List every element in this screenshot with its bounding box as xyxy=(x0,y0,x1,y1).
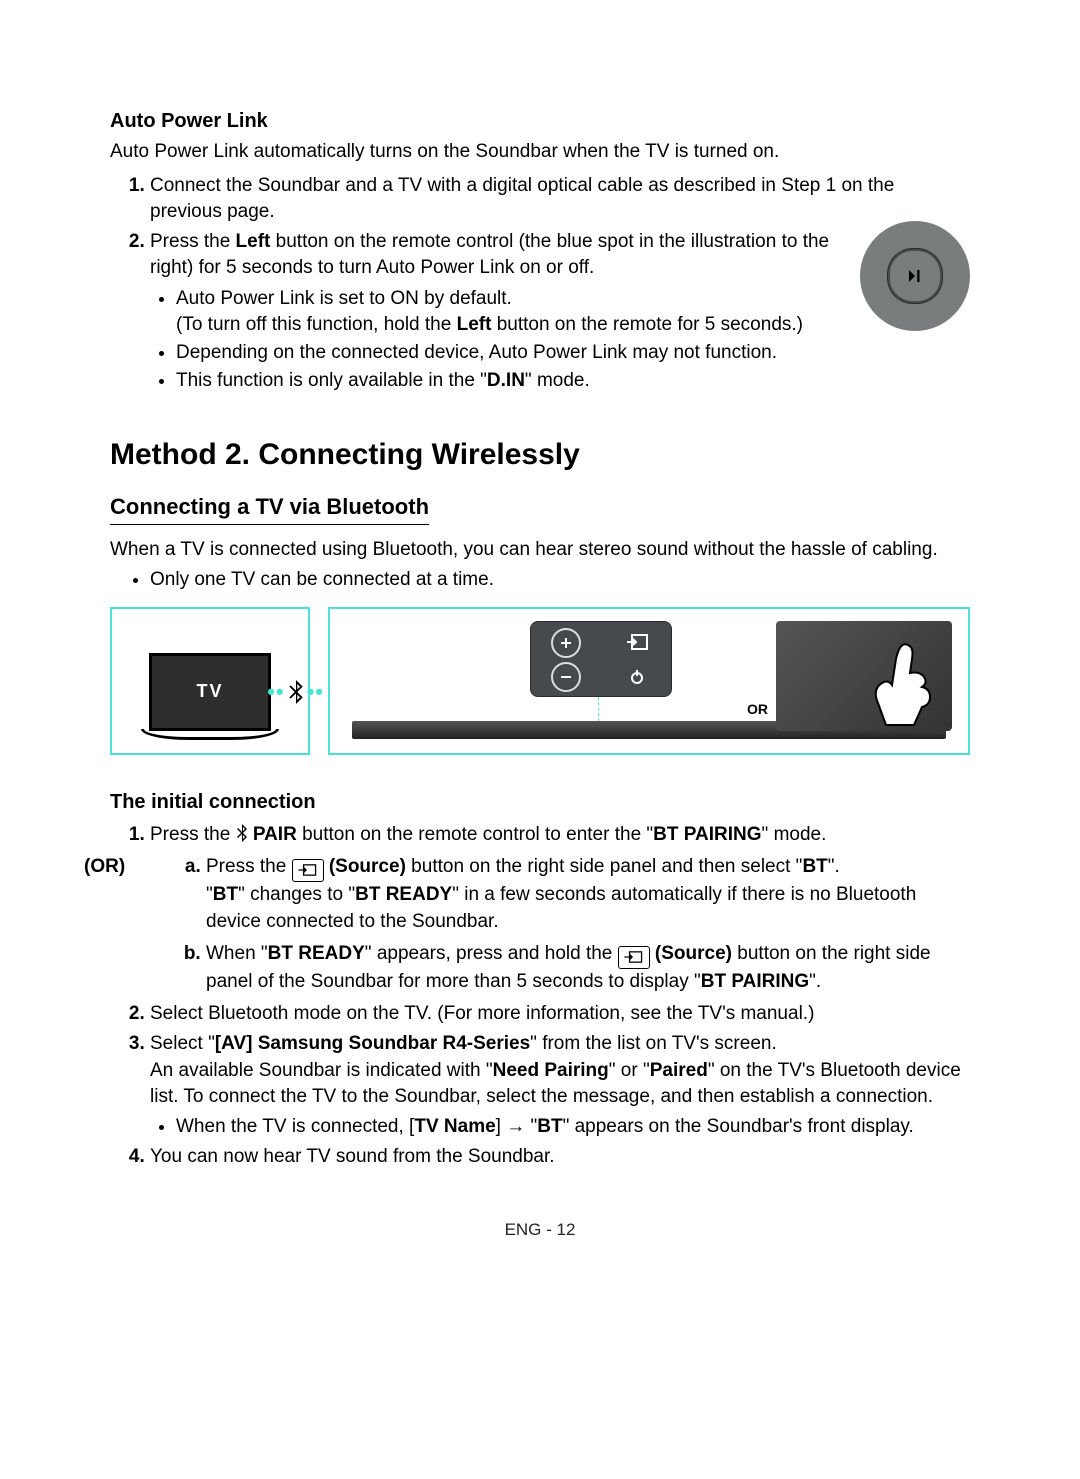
finger-press-illustration xyxy=(776,621,952,731)
manual-page: Auto Power Link Auto Power Link automati… xyxy=(0,0,1080,1300)
apl-step-1-text: Connect the Soundbar and a TV with a dig… xyxy=(150,175,894,222)
step3-bullet: When the TV is connected, [TV Name] → "B… xyxy=(176,1114,970,1140)
soundbar-side-panel xyxy=(530,621,672,697)
volume-down-icon xyxy=(551,662,581,692)
or-inline-label: (OR) xyxy=(84,854,125,880)
apl-bullet-c: This function is only available in the "… xyxy=(176,368,970,394)
initial-substeps: (OR) Press the (Source) button on the ri… xyxy=(150,854,970,995)
apl-bullet-a: Auto Power Link is set to ON by default.… xyxy=(176,286,970,338)
or-label: OR xyxy=(747,701,768,717)
connecting-bluetooth-heading: Connecting a TV via Bluetooth xyxy=(110,494,429,525)
play-pause-icon xyxy=(906,267,924,285)
hand-icon xyxy=(846,629,946,729)
bluetooth-signal-icon: •• •• xyxy=(267,680,324,704)
apl-step-1: Connect the Soundbar and a TV with a dig… xyxy=(150,173,970,225)
initial-step-4: You can now hear TV sound from the Sound… xyxy=(150,1144,970,1170)
apl-step-2: Press the Left button on the remote cont… xyxy=(150,229,970,394)
initial-step-3: Select "[AV] Samsung Soundbar R4-Series"… xyxy=(150,1031,970,1140)
apl-bullets: Auto Power Link is set to ON by default.… xyxy=(150,286,970,395)
apl-intro: Auto Power Link automatically turns on t… xyxy=(110,139,970,165)
initial-steps: Press the PAIR button on the remote cont… xyxy=(110,822,970,1170)
initial-step-2: Select Bluetooth mode on the TV. (For mo… xyxy=(150,1001,970,1027)
initial-connection-heading: The initial connection xyxy=(110,791,970,814)
tv-icon: TV •• •• xyxy=(149,653,271,731)
bt-note-1: Only one TV can be connected at a time. xyxy=(150,567,970,593)
bluetooth-icon xyxy=(288,680,304,704)
apl-steps: Connect the Soundbar and a TV with a dig… xyxy=(110,173,970,395)
source-button-icon xyxy=(292,859,324,882)
bluetooth-intro: When a TV is connected using Bluetooth, … xyxy=(110,537,970,563)
figure-soundbar: OR xyxy=(328,607,970,755)
tv-label: TV xyxy=(196,681,223,702)
volume-up-icon xyxy=(551,628,581,658)
bluetooth-icon xyxy=(236,824,248,850)
apl-bullet-b: Depending on the connected device, Auto … xyxy=(176,340,970,366)
initial-step-b: When "BT READY" appears, press and hold … xyxy=(206,941,970,995)
source-icon xyxy=(624,630,650,656)
power-icon xyxy=(624,664,650,690)
auto-power-link-heading: Auto Power Link xyxy=(110,110,970,133)
source-button-icon xyxy=(618,946,650,969)
figure-tv: TV •• •• xyxy=(110,607,310,755)
bluetooth-figure: TV •• •• OR xyxy=(110,607,970,755)
step3-bullets: When the TV is connected, [TV Name] → "B… xyxy=(150,1114,970,1140)
method-2-heading: Method 2. Connecting Wirelessly xyxy=(110,438,970,472)
initial-step-a: Press the (Source) button on the right s… xyxy=(206,854,970,934)
remote-play-pause-button xyxy=(888,249,942,303)
page-number: ENG - 12 xyxy=(110,1220,970,1240)
bluetooth-notes: Only one TV can be connected at a time. xyxy=(110,567,970,593)
remote-illustration xyxy=(860,221,970,331)
initial-step-1: Press the PAIR button on the remote cont… xyxy=(150,822,970,995)
